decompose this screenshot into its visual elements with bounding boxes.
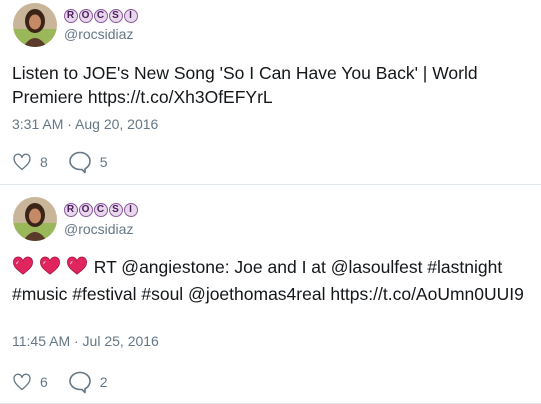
tweet-actions: 6 2 — [12, 370, 128, 394]
heart-icon — [13, 256, 33, 275]
like-button[interactable]: 8 — [12, 152, 48, 172]
avatar[interactable] — [13, 197, 57, 241]
like-button[interactable]: 6 — [12, 372, 48, 392]
heart-outline-icon — [13, 153, 31, 171]
tweet-card[interactable]: ROCSI @rocsidiaz Listen to JOE's New Son… — [0, 0, 541, 185]
reply-button[interactable]: 2 — [68, 370, 108, 394]
display-name[interactable]: ROCSI — [64, 7, 139, 24]
tweet-text: RT @angiestone: Joe and I at @lasoulfest… — [12, 257, 524, 304]
heart-icon — [66, 256, 87, 275]
reply-bubble-icon — [68, 151, 91, 174]
tweet-body: RT @angiestone: Joe and I at @lasoulfest… — [12, 255, 532, 306]
name-letter: O — [79, 9, 93, 24]
user-handle[interactable]: @rocsidiaz — [64, 221, 133, 237]
tweet-timestamp[interactable]: 11:45 AM · Jul 25, 2016 — [12, 333, 159, 349]
heart-icon — [39, 256, 60, 275]
like-count: 8 — [40, 154, 48, 170]
avatar[interactable] — [13, 3, 57, 47]
reply-count: 5 — [99, 154, 108, 170]
user-handle[interactable]: @rocsidiaz — [64, 26, 133, 42]
reply-bubble-icon — [68, 371, 91, 394]
reply-button[interactable]: 5 — [68, 150, 108, 174]
name-letter: S — [109, 9, 123, 24]
name-letter: I — [124, 9, 138, 24]
name-letter: C — [94, 203, 108, 218]
heart-emoji-group — [12, 256, 88, 282]
reply-count: 2 — [99, 374, 108, 390]
display-name[interactable]: ROCSI — [64, 201, 139, 218]
heart-outline-icon — [13, 373, 31, 391]
name-letter: I — [124, 203, 138, 218]
tweet-timestamp[interactable]: 3:31 AM · Aug 20, 2016 — [12, 116, 158, 132]
like-count: 6 — [40, 374, 48, 390]
tweet-text: Listen to JOE's New Song 'So I Can Have … — [12, 63, 478, 107]
name-letter: S — [109, 203, 123, 218]
name-letter: R — [64, 9, 78, 24]
tweet-actions: 8 5 — [12, 150, 128, 174]
name-letter: C — [94, 9, 108, 24]
name-letter: O — [79, 203, 93, 218]
name-letter: R — [64, 203, 78, 218]
tweet-card[interactable]: ROCSI @rocsidiaz RT @angiestone: Joe and… — [0, 185, 541, 404]
